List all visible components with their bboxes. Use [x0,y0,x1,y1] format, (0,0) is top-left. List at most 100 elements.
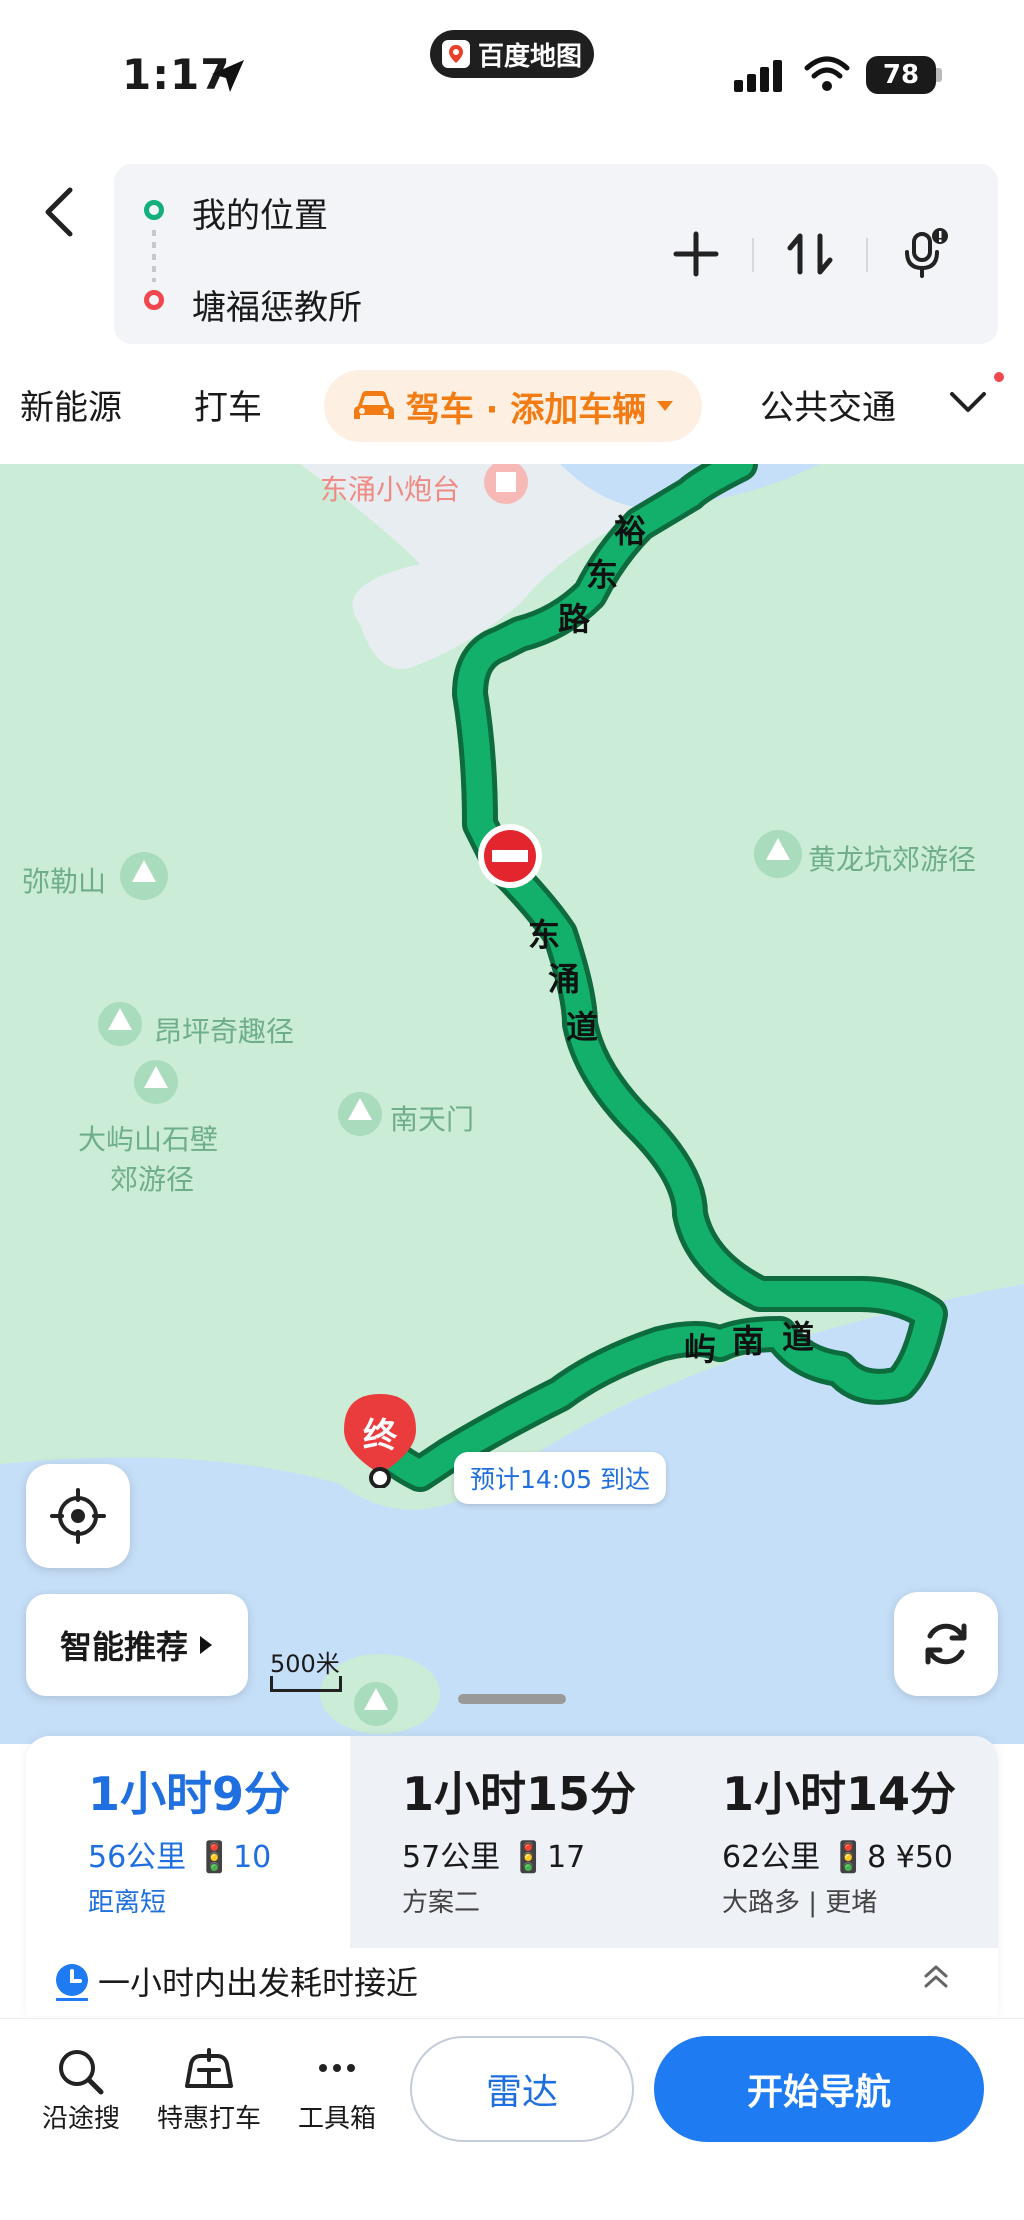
destination-pin-label: 终 [363,1416,397,1456]
along-route-search-label: 沿途搜 [41,2104,120,2134]
route-duration: 1小时14分 [722,1767,957,1821]
baidu-map-logo-icon [441,40,470,68]
radar-button[interactable]: 雷达 [410,2036,634,2142]
traffic-light-icon: 🚦 [509,1840,548,1875]
smart-recommend-button[interactable]: 智能推荐 [26,1594,248,1696]
start-navigation-button[interactable]: 开始导航 [654,2036,984,2142]
road-label: 涌 [548,960,581,998]
poi-label[interactable]: 昂坪奇趣径 [154,1010,294,1050]
route-duration: 1小时15分 [402,1767,637,1821]
end-dot-icon [144,290,164,310]
map-view[interactable]: 东涌小炮台 弥勒山 黄龙坑郊游径 昂坪奇趣径 大屿山石壁 郊游径 南天门 裕 东… [0,464,1024,1744]
tab-new-energy[interactable]: 新能源 [20,380,122,429]
refresh-route-button[interactable] [894,1592,998,1696]
poi-label[interactable]: 弥勒山 [22,860,106,900]
tab-drive[interactable]: 驾车 · 添加车辆 [324,370,702,442]
panel-grabber[interactable] [458,1694,566,1704]
route-lights: 8 [867,1840,887,1875]
route-distance-value: 62公里 [722,1840,821,1875]
battery-level: 78 [866,56,936,94]
route-tag: 方案二 [402,1888,481,1918]
more-icon [319,2064,355,2072]
smart-recommend-label: 智能推荐 [59,1628,188,1666]
road-label: 东 [586,556,619,594]
toolbox-label: 工具箱 [297,2104,376,2134]
poi-label[interactable]: 东涌小炮台 [320,468,460,508]
search-icon [59,2050,104,2095]
road-label: 南 [732,1322,765,1360]
location-arrow-icon [212,60,244,92]
signal-icon [734,60,782,92]
route-duration: 1小时9分 [88,1767,291,1821]
route-distance-value: 56公里 [88,1840,187,1875]
route-option-2[interactable]: 1小时15分 57公里 🚦17 方案二 [350,1736,674,1948]
poi-tree-icon [338,1092,382,1136]
chevron-down-icon[interactable] [948,388,988,416]
poi-tree-icon [354,1682,398,1726]
route-tag: 距离短 [88,1888,167,1918]
route-option-3[interactable]: 1小时14分 62公里 🚦8 ¥50 大路多 | 更堵 [674,1736,998,1948]
route-connector [152,230,156,282]
poi-tree-icon [754,830,802,878]
start-dot-icon [144,200,164,220]
poi-label[interactable]: 南天门 [390,1098,474,1138]
road-label: 路 [558,600,591,638]
notification-dot [994,372,1004,382]
refresh-icon [925,1623,967,1665]
wifi-icon [804,56,850,91]
route-toll: ¥50 [895,1840,953,1875]
tab-drive-label: 驾车 · 添加车辆 [405,389,647,430]
crosshair-icon [50,1488,106,1544]
map-canvas [0,464,1024,1744]
scale-bar [270,1676,342,1692]
battery-tip [936,68,942,82]
poi-tree-icon [134,1060,178,1104]
route-lights: 10 [233,1840,272,1875]
eta-bubble: 预计14:05 到达 [454,1452,666,1504]
road-label: 东 [528,916,561,954]
app-pill[interactable]: 百度地图 [430,30,594,78]
poi-label[interactable]: 大屿山石壁 [78,1118,218,1158]
back-icon[interactable] [40,184,80,240]
traffic-light-icon: 🚦 [195,1840,234,1875]
add-waypoint-icon[interactable] [670,228,722,280]
play-arrow-icon [200,1636,212,1654]
discount-taxi-label: 特惠打车 [156,2104,261,2134]
clock-icon [56,1964,88,2001]
route-distance: 57公里 🚦17 [402,1832,585,1876]
microphone-icon[interactable] [898,228,950,280]
road-label: 道 [782,1318,815,1356]
along-route-search-button[interactable]: 沿途搜 [26,2046,136,2135]
tab-taxi[interactable]: 打车 [194,380,262,429]
locate-me-button[interactable] [26,1464,130,1568]
toolbar-divider [752,238,754,272]
road-label: 道 [566,1008,599,1046]
route-tag: 大路多 | 更堵 [722,1888,878,1918]
route-lights: 17 [547,1840,586,1875]
car-icon [353,391,394,419]
toolbox-button[interactable]: 工具箱 [282,2046,392,2135]
caret-down-icon [657,401,674,411]
route-distance: 56公里 🚦10 [88,1832,271,1876]
app-pill-label: 百度地图 [477,41,582,72]
start-location-input[interactable]: 我的位置 [192,188,328,237]
poi-label[interactable]: 黄龙坑郊游径 [808,838,976,878]
poi-tree-icon [120,852,168,900]
tab-public-transit[interactable]: 公共交通 [760,380,896,429]
road-label: 屿 [684,1330,717,1368]
end-location-input[interactable]: 塘福惩教所 [192,280,362,329]
route-distance: 62公里 🚦8 ¥50 [722,1832,953,1876]
route-distance-value: 57公里 [402,1840,501,1875]
scale-label: 500米 [270,1650,340,1678]
road-label: 裕 [614,512,647,550]
toolbar-divider [866,238,868,272]
route-option-1[interactable]: 1小时9分 56公里 🚦10 距离短 [26,1736,350,1948]
discount-taxi-button[interactable]: 特惠打车 [154,2046,264,2135]
chevron-up-icon[interactable] [922,1962,950,1990]
taxi-icon [185,2048,233,2088]
swap-icon[interactable] [784,228,836,280]
poi-tree-icon [98,1002,142,1046]
traffic-light-icon: 🚦 [829,1840,868,1875]
poi-label[interactable]: 郊游径 [110,1158,194,1198]
departure-note: 一小时内出发耗时接近 [98,1964,419,2002]
